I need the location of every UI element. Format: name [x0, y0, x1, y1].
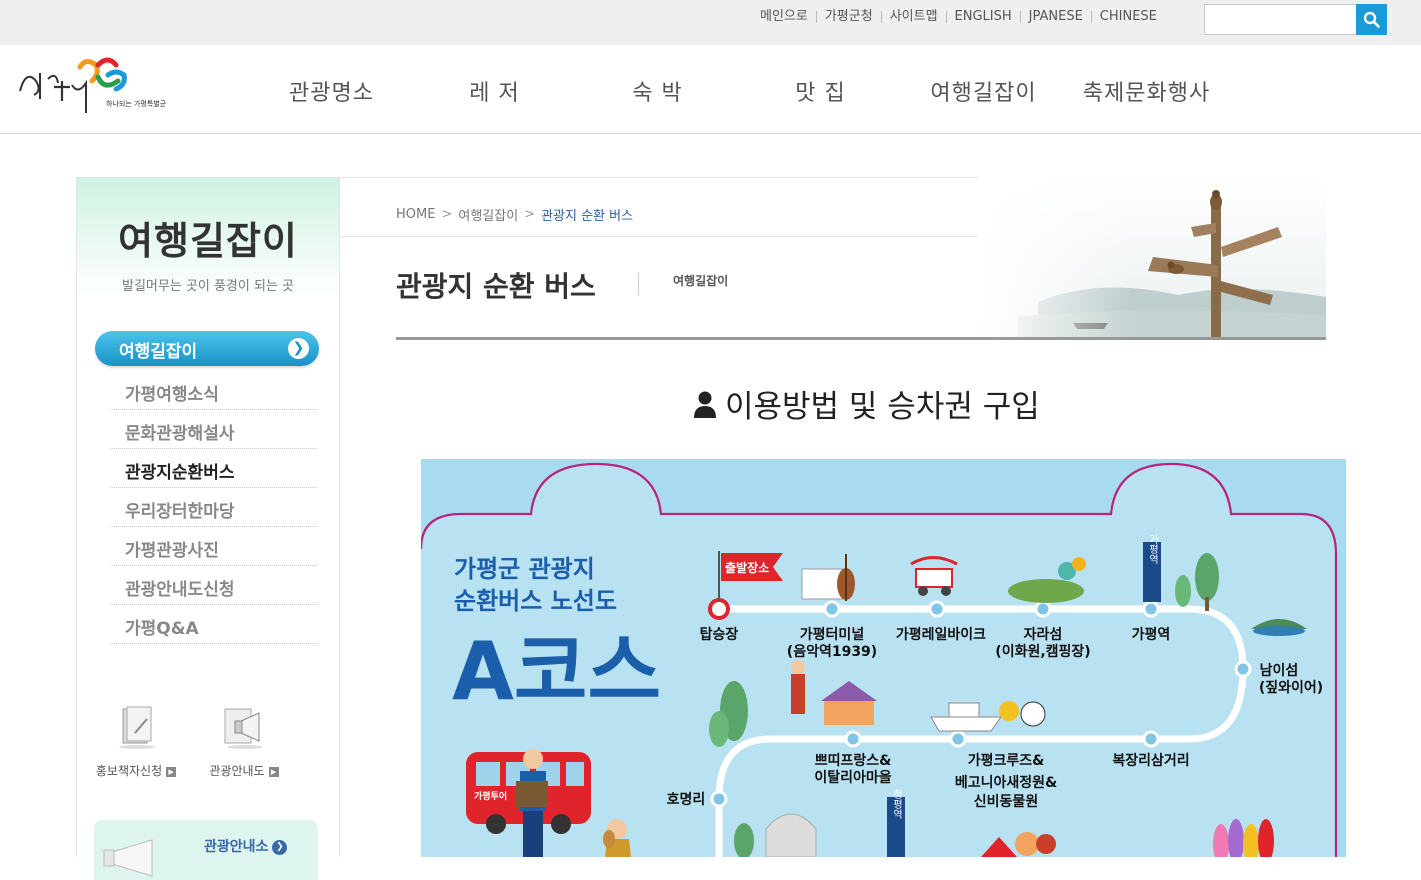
title-divider [396, 337, 1326, 340]
nav-item-leisure[interactable]: 레 저 [413, 75, 576, 107]
nav-item-festivals[interactable]: 축제문화행사 [1065, 75, 1228, 107]
stop-terminal: 가평터미널 [800, 626, 864, 643]
stop-cruise: 가평크루즈& [968, 752, 1045, 769]
divider [638, 273, 639, 295]
stop-petite-france-sub: 이탈리아마을 [814, 769, 891, 786]
nav-item-travel-guide[interactable]: 여행길잡이 [902, 75, 1065, 107]
sidebar-subtitle: 발길머무는 곳이 풍경이 되는 곳 [121, 279, 294, 294]
map-heading-line1: 가평군 관광지 [454, 555, 595, 583]
util-link-chinese[interactable]: CHINESE [1092, 8, 1165, 26]
main-content: HOME > 여행길잡이 > 관광지 순환 버스 관광지 순환 버스 여행길잡이 [341, 177, 1346, 857]
stop-terminal-sub: (음악역1939) [787, 643, 877, 660]
util-link-sitemap[interactable]: 사이트맵 [882, 8, 946, 26]
station-sign-cheongpyeong: 청평역 [891, 789, 903, 820]
tourist-info-text: 관광안내소 [204, 839, 269, 855]
sidebar-item-culture-guide[interactable]: 문화관광해설사 [110, 410, 317, 449]
stop-jaraseom: 자라섬 [1024, 627, 1063, 643]
bus-route-map: 가평군 관광지 순환버스 노선도 A코스 출발장소 탑승장 가평터미널 (음악역… [421, 459, 1346, 857]
sidebar-header: 여행길잡이 발길머무는 곳이 풍경이 되는 곳 [77, 178, 339, 303]
sidebar-active-label: 여행길잡이 [119, 342, 198, 362]
chevron-right-icon: ❯ [272, 839, 288, 855]
nav-item-attractions[interactable]: 관광명소 [250, 75, 413, 107]
sidebar-item-circular-bus[interactable]: 관광지순환버스 [110, 449, 317, 488]
breadcrumb: HOME > 여행길잡이 > 관광지 순환 버스 [396, 205, 633, 224]
sidebar-submenu: 가평여행소식 문화관광해설사 관광지순환버스 우리장터한마당 가평관광사진 관광… [110, 371, 317, 644]
util-link-county-office[interactable]: 가평군청 [817, 8, 881, 26]
sidebar-item-travel-news[interactable]: 가평여행소식 [110, 371, 317, 410]
utility-bar: 메인으로 가평군청 사이트맵 ENGLISH JPANESE CHINESE [0, 0, 1421, 45]
stop-nami-island: 남이섬 [1260, 662, 1299, 679]
person-icon [694, 391, 716, 418]
sidebar-item-market[interactable]: 우리장터한마당 [110, 488, 317, 527]
stop-petite-france: 쁘띠프랑스& [815, 753, 892, 769]
stop-cruise-sub: 베고니아새정원& [955, 774, 1057, 791]
utility-links: 메인으로 가평군청 사이트맵 ENGLISH JPANESE CHINESE [752, 8, 1165, 26]
tourist-info-banner[interactable]: 관광안내소 ❯ [94, 820, 318, 880]
map-course: A코스 [452, 625, 661, 718]
sidebar-title: 여행길잡이 [118, 219, 298, 263]
quick-link-brochure[interactable]: 홍보책자신청 ▶ [81, 703, 191, 779]
stop-boarding: 탑승장 [700, 626, 739, 643]
sidebar-item-map-request[interactable]: 관광안내도신청 [110, 566, 317, 605]
search-button[interactable] [1356, 4, 1387, 35]
chevron-right-icon: > [524, 207, 536, 222]
quick-link-tour-map[interactable]: 관광안내도 ▶ [189, 703, 299, 779]
section-title: 이용방법 및 승차권 구입 [725, 389, 1040, 425]
stop-cruise-sub2: 신비동물원 [974, 794, 1038, 810]
search-icon [1363, 11, 1380, 28]
tourist-info-label: 관광안내소 ❯ [204, 836, 288, 856]
util-link-english[interactable]: ENGLISH [947, 8, 1020, 26]
breadcrumb-home[interactable]: HOME [396, 207, 435, 222]
stop-homyeong: 호명리 [667, 791, 706, 808]
stop-nami-island-sub: (짚와이어) [1259, 679, 1323, 696]
sidebar-active-menu[interactable]: 여행길잡이 ❯ [95, 331, 319, 366]
main-navigation: 관광명소 레 저 숙 박 맛 집 여행길잡이 축제문화행사 [250, 75, 1228, 107]
sidebar-item-qna[interactable]: 가평Q&A [110, 605, 317, 644]
stop-jaraseom-sub: (이화원,캠핑장) [995, 643, 1090, 660]
util-link-japanese[interactable]: JPANESE [1021, 8, 1091, 26]
search-input[interactable] [1204, 4, 1357, 35]
logo-graphic [19, 57, 127, 113]
bus-label: 가평투어 [474, 790, 507, 802]
start-flag-label: 출발장소 [725, 560, 769, 575]
site-header: 하나되는 가평특별군 관광명소 레 저 숙 박 맛 집 여행길잡이 축제문화행사 [0, 45, 1421, 134]
play-icon: ▶ [268, 766, 279, 777]
quick-link-tour-map-label: 관광안내도 [209, 764, 265, 778]
page-category: 여행길잡이 [673, 274, 729, 288]
stop-gapyeong-station: 가평역 [1132, 626, 1171, 643]
station-sign-gapyeong: 가평역 [1147, 534, 1159, 565]
breadcrumb-travel-guide[interactable]: 여행길잡이 [458, 205, 518, 224]
quick-link-brochure-label: 홍보책자신청 [95, 764, 163, 778]
brochure-icon [119, 706, 155, 749]
play-icon: ▶ [166, 766, 177, 777]
megaphone-icon [103, 839, 153, 877]
sidebar-item-photos[interactable]: 가평관광사진 [110, 527, 317, 566]
map-heading-line2: 순환버스 노선도 [454, 587, 617, 615]
sidebar: 여행길잡이 발길머무는 곳이 풍경이 되는 곳 여행길잡이 ❯ 가평여행소식 문… [76, 177, 340, 880]
site-logo[interactable]: 하나되는 가평특별군 [12, 51, 177, 121]
stop-rail-bike: 가평레일바이크 [896, 626, 986, 643]
nav-item-lodging[interactable]: 숙 박 [576, 75, 739, 107]
nav-item-restaurants[interactable]: 맛 집 [739, 75, 902, 107]
signpost-illustration [978, 177, 1326, 339]
chevron-right-icon: ❯ [288, 338, 309, 359]
util-link-main[interactable]: 메인으로 [752, 8, 816, 26]
megaphone-icon [224, 708, 263, 749]
divider [341, 236, 978, 237]
page-title: 관광지 순환 버스 [396, 270, 596, 303]
breadcrumb-current[interactable]: 관광지 순환 버스 [541, 205, 633, 224]
section-heading: 이용방법 및 승차권 구입 [693, 381, 1040, 426]
logo-tagline: 하나되는 가평특별군 [106, 100, 167, 108]
chevron-right-icon: > [441, 207, 453, 222]
stop-bokjang: 복장리삼거리 [1112, 752, 1189, 769]
